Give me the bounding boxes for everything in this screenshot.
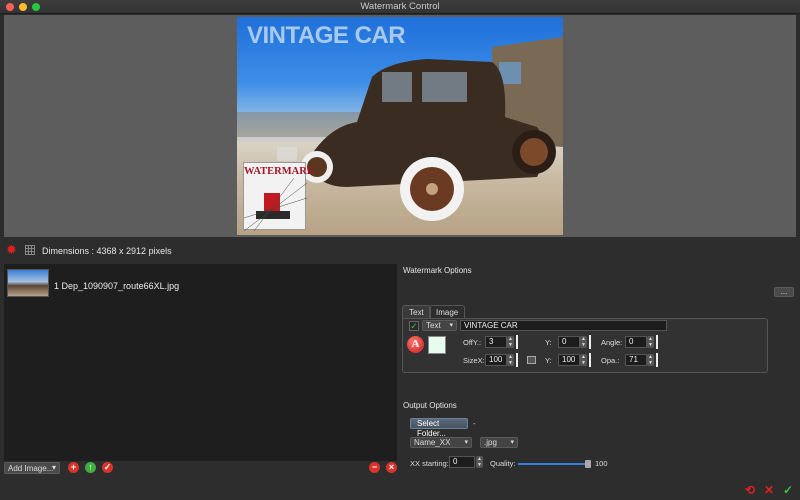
watermark-type-value: Text: [426, 321, 441, 330]
opacity-stepper[interactable]: ▲ ▼: [647, 354, 654, 366]
angle-label: Angle:: [601, 338, 623, 347]
offy-field[interactable]: 3: [485, 336, 507, 348]
sizex-label: SizeX:: [463, 356, 485, 365]
xx-starting-stepper[interactable]: ▲ ▼: [476, 456, 483, 468]
titlebar: Watermark Control: [0, 0, 800, 14]
chevron-down-icon: ▾: [464, 439, 468, 446]
chevron-down-icon: ▾: [510, 439, 514, 446]
watermark-options-title: Watermark Options: [403, 266, 472, 275]
name-pattern-select[interactable]: Name_XX ▾: [410, 437, 472, 448]
image-dimensions: Dimensions : 4368 x 2912 pixels: [42, 246, 172, 256]
enable-watermark-checkbox[interactable]: ✓: [409, 321, 419, 331]
text-tab-content: ✓ Text ▾ VINTAGE CAR A OffY.: 3 ▲ ▼ Y: 0 …: [402, 318, 768, 373]
quality-slider-knob[interactable]: [585, 460, 591, 468]
confirm-icon[interactable]: ✓: [781, 483, 795, 497]
format-value: .jpg: [484, 438, 497, 447]
font-picker-icon[interactable]: A: [407, 336, 424, 353]
add-image-label: Add Image...: [8, 464, 54, 473]
opacity-field[interactable]: 71: [625, 354, 647, 366]
offy-slider-knob[interactable]: [516, 335, 518, 349]
watermark-text-overlay: VINTAGE CAR: [247, 22, 406, 49]
sizey-stepper[interactable]: ▲ ▼: [580, 354, 587, 366]
checkmark-icon[interactable]: ✓: [102, 462, 113, 473]
options-panel: Watermark Options ... Text Image ✓ Text …: [398, 260, 800, 500]
angle-stepper[interactable]: ▲ ▼: [647, 336, 654, 348]
y-label: Y:: [545, 338, 552, 347]
preview-area: VINTAGE CAR WATERMARK: [4, 15, 796, 237]
folder-path: -: [473, 419, 476, 428]
angle-field[interactable]: 0: [625, 336, 647, 348]
window-title: Watermark Control: [360, 1, 440, 12]
xx-starting-label: XX starting:: [410, 459, 449, 468]
text-color-swatch[interactable]: [428, 336, 446, 354]
sizey-field[interactable]: 100: [558, 354, 580, 366]
remove-icon[interactable]: −: [369, 462, 380, 473]
file-thumbnail: [7, 269, 49, 297]
app-window: Watermark Control VINTAGE CAR WATERMARK …: [0, 0, 800, 500]
format-select[interactable]: .jpg ▾: [480, 437, 518, 448]
y-stepper[interactable]: ▲ ▼: [580, 336, 587, 348]
watermark-text-input[interactable]: VINTAGE CAR: [460, 320, 667, 331]
list-item[interactable]: 1 Dep_1090907_route66XL.jpg: [7, 269, 394, 299]
more-options-button[interactable]: ...: [774, 287, 794, 297]
reset-icon[interactable]: ⟲: [743, 483, 757, 497]
tab-image[interactable]: Image: [429, 305, 466, 318]
cancel-icon[interactable]: ✕: [762, 483, 776, 497]
offy-label: OffY.:: [463, 338, 482, 347]
opacity-slider-knob[interactable]: [656, 353, 658, 367]
watermark-stamp-image: WATERMARK: [243, 162, 315, 231]
file-list[interactable]: 1 Dep_1090907_route66XL.jpg: [4, 264, 397, 461]
sizex-stepper[interactable]: ▲ ▼: [507, 354, 514, 366]
clear-icon[interactable]: ×: [386, 462, 397, 473]
file-list-toolbar: Add Image... ▾ + ↑ ✓ − ×: [4, 462, 397, 476]
y-slider-knob[interactable]: [589, 335, 591, 349]
add-icon[interactable]: +: [68, 462, 79, 473]
preview-image: VINTAGE CAR WATERMARK: [237, 17, 563, 235]
opacity-label: Opa.:: [601, 356, 620, 365]
settings-gear-icon[interactable]: ✹: [6, 243, 18, 256]
link-aspect-icon[interactable]: [527, 356, 536, 364]
quality-slider-track[interactable]: [518, 463, 588, 465]
quality-value: 100: [595, 459, 608, 468]
y-field[interactable]: 0: [558, 336, 580, 348]
tab-text[interactable]: Text: [402, 305, 431, 318]
xx-starting-field[interactable]: 0: [449, 456, 475, 468]
watermark-type-select[interactable]: Text ▾: [422, 320, 457, 331]
angle-slider-knob[interactable]: [656, 335, 658, 349]
sizey-slider-knob[interactable]: [589, 353, 591, 367]
name-pattern-value: Name_XX: [414, 438, 451, 447]
move-up-icon[interactable]: ↑: [85, 462, 96, 473]
output-options-title: Output Options: [403, 401, 457, 410]
offy-stepper[interactable]: ▲ ▼: [507, 336, 514, 348]
select-folder-button[interactable]: Select Folder...: [410, 418, 468, 438]
y2-label: Y:: [545, 356, 552, 365]
quality-label: Quality:: [490, 459, 516, 468]
file-name: 1 Dep_1090907_route66XL.jpg: [54, 281, 180, 291]
chevron-down-icon: ▾: [51, 463, 56, 472]
add-image-button[interactable]: Add Image... ▾: [4, 462, 60, 474]
sizex-field[interactable]: 100: [485, 354, 507, 366]
grid-icon[interactable]: [25, 245, 35, 255]
info-bar: ✹ Dimensions : 4368 x 2912 pixels: [0, 242, 800, 260]
chevron-down-icon: ▾: [449, 322, 453, 329]
sizex-slider-knob[interactable]: [516, 353, 518, 367]
stamp-graphic: [244, 177, 307, 231]
